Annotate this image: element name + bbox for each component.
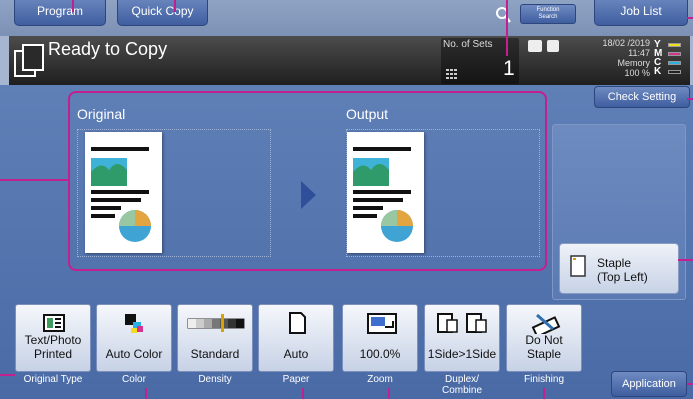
toner-m-bar bbox=[668, 52, 681, 56]
color-value: Auto Color bbox=[105, 347, 163, 361]
callout-application bbox=[687, 383, 693, 385]
finishing-value: Do Not Staple bbox=[525, 333, 563, 361]
finishing-caption: Finishing bbox=[523, 374, 565, 385]
zoom-icon bbox=[367, 313, 397, 334]
callout-sets bbox=[506, 0, 508, 56]
job-list-button[interactable]: Job List bbox=[594, 0, 688, 26]
density-button[interactable]: Standard bbox=[177, 304, 253, 372]
job-list-label: Job List bbox=[620, 4, 662, 18]
callout-check-setting bbox=[687, 98, 693, 100]
staple-label-line1: Staple bbox=[597, 256, 632, 270]
quick-copy-label: Quick Copy bbox=[131, 4, 194, 18]
callout-original-type bbox=[0, 374, 15, 376]
keypad-icon bbox=[446, 69, 457, 79]
callout-finishing bbox=[543, 388, 545, 399]
original-document-icon bbox=[85, 132, 162, 253]
output-document-icon bbox=[347, 132, 424, 253]
finishing-icon bbox=[531, 313, 561, 334]
duplex-value: 1Side>1Side bbox=[427, 347, 497, 361]
date-text: 18/02 /2019 bbox=[602, 38, 650, 48]
color-icon bbox=[125, 314, 143, 333]
zoom-value: 100.0% bbox=[359, 347, 401, 361]
zoom-caption: Zoom bbox=[367, 374, 393, 385]
staple-icon bbox=[570, 255, 586, 277]
paper-icon bbox=[289, 312, 306, 334]
toner-k-bar bbox=[668, 70, 681, 74]
text-photo-icon bbox=[43, 314, 65, 332]
callout-job-list bbox=[687, 17, 693, 19]
toner-k-label: K bbox=[654, 66, 662, 77]
zoom-button[interactable]: 100.0% bbox=[342, 304, 418, 372]
memory-value: 100 % bbox=[624, 68, 650, 78]
page-title: Ready to Copy bbox=[48, 39, 168, 59]
check-setting-label: Check Setting bbox=[607, 91, 677, 103]
callout-zoom bbox=[388, 388, 390, 399]
callout-color bbox=[145, 388, 147, 399]
quick-copy-button[interactable]: Quick Copy bbox=[117, 0, 208, 26]
staple-label-line2: (Top Left) bbox=[597, 270, 648, 284]
search-icon bbox=[496, 7, 511, 23]
printer-status-icon bbox=[528, 40, 542, 52]
callout-staple bbox=[678, 259, 693, 261]
callout-paper bbox=[302, 388, 304, 399]
paper-value: Auto bbox=[283, 347, 309, 361]
density-icon bbox=[187, 314, 245, 332]
duplex-caption: Duplex/ Combine bbox=[441, 374, 483, 396]
density-caption: Density bbox=[198, 374, 232, 385]
copy-mode-icon bbox=[14, 44, 44, 77]
duplex-button[interactable]: 1Side>1Side bbox=[424, 304, 500, 372]
sets-value: 1 bbox=[503, 57, 515, 80]
finishing-button[interactable]: Do Not Staple bbox=[506, 304, 582, 372]
program-label: Program bbox=[36, 4, 83, 18]
copier-panel: Program Quick Copy Function Search Job L… bbox=[0, 0, 693, 399]
toner-y-bar bbox=[668, 43, 681, 47]
function-search-button[interactable]: Function Search bbox=[490, 0, 584, 30]
staple-label: Staple (Top Left) bbox=[597, 256, 648, 284]
application-label: Application bbox=[622, 378, 676, 390]
info-status-icon bbox=[547, 40, 559, 52]
original-type-caption: Original Type bbox=[23, 374, 83, 385]
function-search-label: Function Search bbox=[520, 4, 576, 24]
time-text: 11:47 bbox=[628, 48, 650, 58]
density-value: Standard bbox=[190, 347, 240, 361]
color-caption: Color bbox=[122, 374, 146, 385]
sets-label: No. of Sets bbox=[443, 39, 493, 50]
toner-c-bar bbox=[668, 61, 681, 65]
arrow-right-icon bbox=[301, 181, 316, 209]
original-type-button[interactable]: Text/Photo Printed bbox=[15, 304, 91, 372]
paper-button[interactable]: Auto bbox=[258, 304, 334, 372]
output-label: Output bbox=[346, 106, 389, 122]
datetime-block: 18/02 /2019 11:47 Memory 100 % bbox=[568, 38, 650, 78]
paper-caption: Paper bbox=[282, 374, 310, 385]
original-label: Original bbox=[77, 106, 126, 122]
check-setting-button[interactable]: Check Setting bbox=[594, 86, 690, 108]
callout-quick-copy bbox=[174, 0, 176, 12]
toner-levels: Y M C K bbox=[654, 38, 690, 82]
application-button[interactable]: Application bbox=[611, 371, 687, 397]
duplex-icon bbox=[437, 313, 487, 333]
original-type-value: Text/Photo Printed bbox=[24, 333, 82, 361]
callout-program bbox=[72, 0, 74, 12]
memory-label: Memory bbox=[617, 58, 650, 68]
program-button[interactable]: Program bbox=[14, 0, 106, 26]
callout-preview bbox=[0, 179, 68, 181]
color-button[interactable]: Auto Color bbox=[96, 304, 172, 372]
